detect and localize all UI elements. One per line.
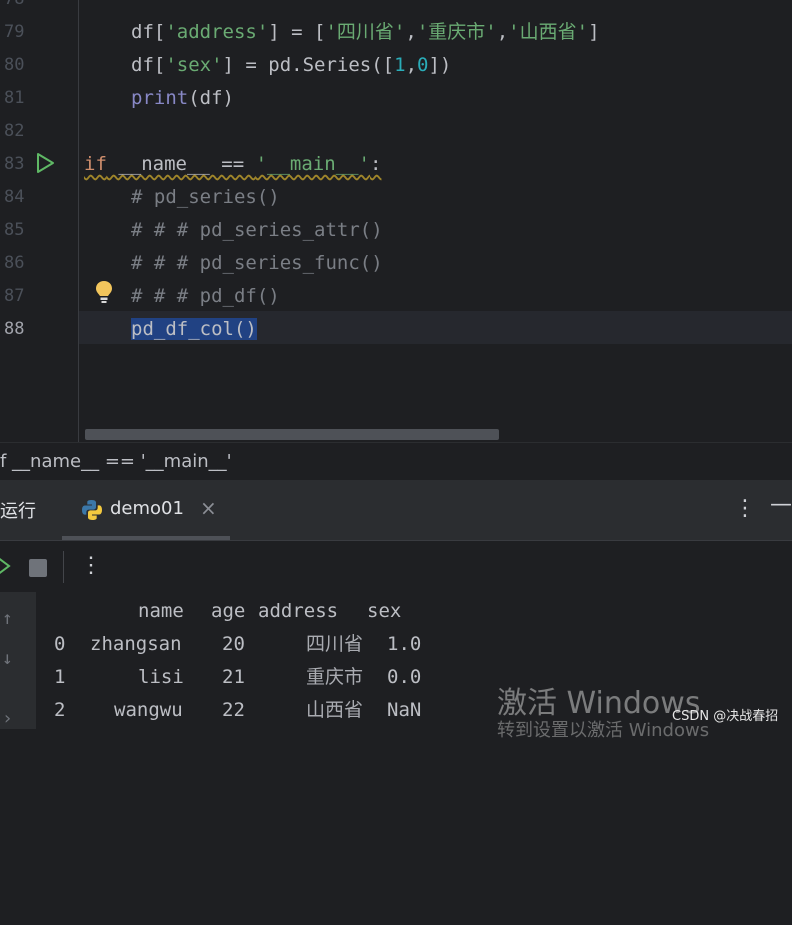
cell-sex: 0.0 xyxy=(387,666,422,688)
cell-sex: NaN xyxy=(387,699,422,721)
chevron-right-icon[interactable]: › xyxy=(2,708,13,729)
code-line-86: # # # pd_series_func() xyxy=(131,252,383,274)
code-line-88: pd_df_col() xyxy=(131,313,257,346)
code-line-85: # # # pd_series_attr() xyxy=(131,219,383,241)
arrow-up-icon[interactable]: ↑ xyxy=(2,608,13,629)
code-line-84: # pd_series() xyxy=(131,186,280,208)
line-number: 82 xyxy=(4,121,25,141)
row-index: 2 xyxy=(54,699,66,721)
selected-text: pd_df_col() xyxy=(131,318,257,340)
more-options-icon[interactable]: ⋮ xyxy=(734,496,756,521)
line-number: 86 xyxy=(4,253,25,273)
tab-label: demo01 xyxy=(110,498,184,519)
code-line-79: df['address'] = ['四川省','重庆市','山西省'] xyxy=(131,21,600,43)
line-number: 79 xyxy=(4,22,25,42)
column-header: sex xyxy=(367,600,402,622)
csdn-watermark: CSDN @决战春招 xyxy=(672,709,779,724)
line-number: 84 xyxy=(4,187,25,207)
code-line-83: if __name__ == '__main__': xyxy=(84,153,382,175)
line-number: 78 xyxy=(4,0,28,16)
cell-address: 山西省 xyxy=(306,699,364,721)
run-panel-title: 运行 xyxy=(0,501,36,522)
column-header: age xyxy=(211,600,246,622)
gutter-divider xyxy=(78,0,79,442)
console-side-toolbar: ↑ ↓ › xyxy=(0,592,36,729)
line-number: 81 xyxy=(4,88,25,108)
cell-name: lisi xyxy=(138,666,184,688)
code-editor[interactable]: 78 79 80 81 82 83 84 85 86 87 88 df['add… xyxy=(0,0,792,442)
row-index: 0 xyxy=(54,633,66,655)
cell-name: wangwu xyxy=(114,699,183,721)
horizontal-scrollbar[interactable] xyxy=(85,429,499,440)
minimize-icon[interactable]: — xyxy=(770,492,792,517)
close-icon[interactable]: × xyxy=(200,496,217,520)
run-panel-header: 运行 demo01 × ⋮ — xyxy=(0,480,792,540)
run-play-icon[interactable] xyxy=(34,152,56,174)
cell-age: 21 xyxy=(222,666,245,688)
line-number: 80 xyxy=(4,55,25,75)
column-header: address xyxy=(258,600,339,622)
cell-age: 22 xyxy=(222,699,245,721)
arrow-down-icon[interactable]: ↓ xyxy=(2,648,13,669)
line-number: 88 xyxy=(4,319,25,339)
line-number: 83 xyxy=(4,154,25,174)
lightbulb-icon[interactable] xyxy=(94,279,114,305)
cell-name: zhangsan xyxy=(90,633,182,655)
row-index: 1 xyxy=(54,666,66,688)
toolbar-divider xyxy=(63,551,64,583)
cell-address: 重庆市 xyxy=(306,666,364,688)
more-options-icon[interactable]: ⋮ xyxy=(80,553,102,578)
run-toolbar: ⋮ xyxy=(0,540,792,593)
code-line-80: df['sex'] = pd.Series([1,0]) xyxy=(131,54,452,76)
table-row: 0 zhangsan 20 四川省 1.0 xyxy=(36,628,792,661)
line-number: 87 xyxy=(4,286,25,306)
rerun-icon[interactable] xyxy=(0,555,12,579)
breadcrumb[interactable]: f __name__ == '__main__' xyxy=(0,442,792,481)
cell-age: 20 xyxy=(222,633,245,655)
stop-icon[interactable] xyxy=(29,559,47,577)
python-icon xyxy=(82,500,102,520)
line-number: 85 xyxy=(4,220,25,240)
table-header: name age address sex xyxy=(36,595,792,628)
column-header: name xyxy=(138,600,184,622)
cell-address: 四川省 xyxy=(306,633,364,655)
cell-sex: 1.0 xyxy=(387,633,422,655)
code-line-81: print(df) xyxy=(131,87,234,109)
code-line-87: # # # pd_df() xyxy=(131,285,280,307)
